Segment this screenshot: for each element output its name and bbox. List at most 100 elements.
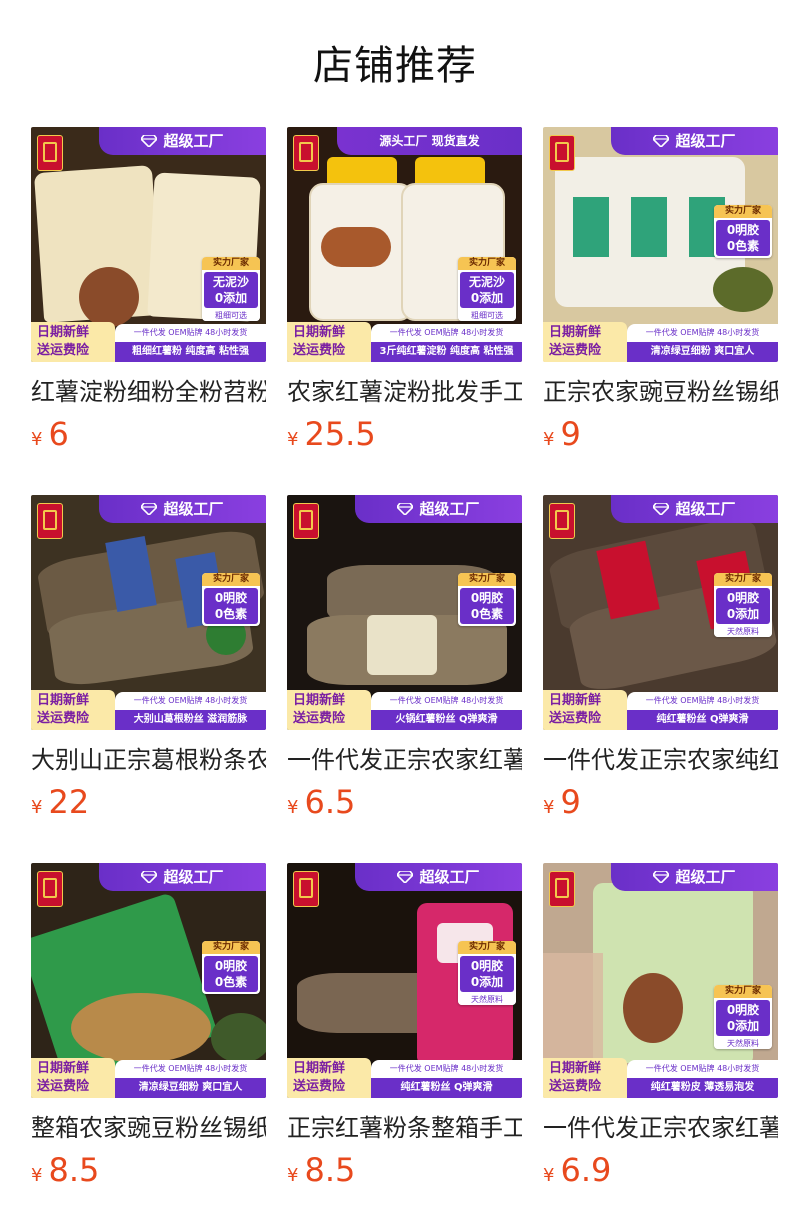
brand-logo xyxy=(549,135,575,171)
promo-feature: 纯红薯粉皮 薄透易泡发 xyxy=(627,1078,778,1098)
promo-feature: 清凉绿豆细粉 爽口宜人 xyxy=(627,342,778,362)
quality-tag: 实力厂家 无泥沙 0添加 粗细可选 xyxy=(202,257,260,321)
product-image[interactable]: 超级工厂 实力厂家 0明胶 0添加 天然原料 日期新鲜 送运费险 一件代发 OEM… xyxy=(543,495,778,730)
product-title[interactable]: 正宗农家豌豆粉丝锡纸 xyxy=(543,375,778,409)
product-grid: 超级工厂 实力厂家 无泥沙 0添加 粗细可选 日期新鲜 送运费险 一件代发 OEM… xyxy=(31,127,778,1189)
promo-service: 一件代发 OEM贴牌 48小时发货 xyxy=(627,324,778,342)
product-title[interactable]: 大别山正宗葛根粉条农家 xyxy=(31,743,266,777)
factory-banner: 超级工厂 xyxy=(99,863,266,891)
tag-line: 0明胶 xyxy=(470,959,504,973)
tag-line: 0色素 xyxy=(214,607,248,621)
brand-logo xyxy=(549,871,575,907)
tag-line: 0明胶 xyxy=(214,591,248,605)
promo-left: 日期新鲜 送运费险 xyxy=(31,322,115,362)
tag-line: 0明胶 xyxy=(214,959,248,973)
promo-strip: 日期新鲜 送运费险 一件代发 OEM贴牌 48小时发货 火锅红薯粉丝 Q弹爽滑 xyxy=(287,690,522,730)
banner-label: 超级工厂 xyxy=(419,500,480,518)
promo-insurance: 送运费险 xyxy=(549,343,602,358)
banner-label: 超级工厂 xyxy=(675,868,736,886)
currency-symbol: ¥ xyxy=(31,797,43,818)
product-image[interactable]: 超级工厂 实力厂家 无泥沙 0添加 粗细可选 日期新鲜 送运费险 一件代发 OEM… xyxy=(31,127,266,362)
factory-banner: 超级工厂 xyxy=(355,495,522,523)
product-title[interactable]: 正宗红薯粉条整箱手工 xyxy=(287,1111,522,1145)
product-image[interactable]: 超级工厂 实力厂家 0明胶 0添加 天然原料 日期新鲜 送运费险 一件代发 OEM… xyxy=(287,863,522,1098)
tag-body: 0明胶 0色素 xyxy=(460,588,514,624)
promo-fresh: 日期新鲜 xyxy=(37,693,90,708)
product-title[interactable]: 一件代发正宗农家纯红 xyxy=(543,743,778,777)
tag-footnote: 粗细可选 xyxy=(458,310,516,321)
tag-header: 实力厂家 xyxy=(714,205,772,218)
product-image[interactable]: 超级工厂 实力厂家 0明胶 0添加 天然原料 日期新鲜 送运费险 一件代发 OEM… xyxy=(543,863,778,1098)
promo-feature: 清凉绿豆细粉 爽口宜人 xyxy=(115,1078,266,1098)
product-card[interactable]: 超级工厂 实力厂家 0明胶 0添加 天然原料 日期新鲜 送运费险 一件代发 OEM… xyxy=(287,863,522,1189)
tag-line: 无泥沙 xyxy=(468,275,505,289)
tag-header: 实力厂家 xyxy=(714,985,772,998)
promo-left: 日期新鲜 送运费险 xyxy=(287,690,371,730)
product-card[interactable]: 超级工厂 实力厂家 0明胶 0色素 日期新鲜 送运费险 一件代发 OEM贴牌 48… xyxy=(543,127,778,453)
product-title[interactable]: 整箱农家豌豆粉丝锡纸 xyxy=(31,1111,266,1145)
diamond-icon xyxy=(397,503,414,515)
promo-insurance: 送运费险 xyxy=(549,1079,602,1094)
page-title: 店铺推荐 xyxy=(313,43,477,89)
product-card[interactable]: 超级工厂 实力厂家 无泥沙 0添加 粗细可选 日期新鲜 送运费险 一件代发 OEM… xyxy=(31,127,266,453)
promo-insurance: 送运费险 xyxy=(37,343,90,358)
product-card[interactable]: 超级工厂 实力厂家 0明胶 0色素 日期新鲜 送运费险 一件代发 OEM贴牌 48… xyxy=(287,495,522,821)
promo-left: 日期新鲜 送运费险 xyxy=(31,690,115,730)
tag-body: 无泥沙 0添加 xyxy=(204,272,258,308)
currency-symbol: ¥ xyxy=(543,1165,555,1186)
product-title[interactable]: 农家红薯淀粉批发手工 xyxy=(287,375,522,409)
product-image[interactable]: 源头工厂 现货直发 实力厂家 无泥沙 0添加 粗细可选 日期新鲜 送运费险 一件代… xyxy=(287,127,522,362)
product-price: ¥9 xyxy=(543,415,581,453)
promo-insurance: 送运费险 xyxy=(37,711,90,726)
tag-body: 0明胶 0色素 xyxy=(716,220,770,256)
tag-body: 无泥沙 0添加 xyxy=(460,272,514,308)
product-card[interactable]: 超级工厂 实力厂家 0明胶 0色素 日期新鲜 送运费险 一件代发 OEM贴牌 48… xyxy=(31,863,266,1189)
quality-tag: 实力厂家 0明胶 0添加 天然原料 xyxy=(714,985,772,1049)
factory-banner: 超级工厂 xyxy=(355,863,522,891)
promo-feature: 大别山葛根粉丝 滋润筋脉 xyxy=(115,710,266,730)
product-price: ¥6.5 xyxy=(287,783,355,821)
brand-logo xyxy=(37,135,63,171)
product-title[interactable]: 一件代发正宗农家红薯 xyxy=(543,1111,778,1145)
currency-symbol: ¥ xyxy=(543,797,555,818)
promo-fresh: 日期新鲜 xyxy=(549,1061,602,1076)
promo-strip: 日期新鲜 送运费险 一件代发 OEM贴牌 48小时发货 纯红薯粉皮 薄透易泡发 xyxy=(543,1058,778,1098)
tag-line: 0明胶 xyxy=(470,591,504,605)
product-image[interactable]: 超级工厂 实力厂家 0明胶 0色素 日期新鲜 送运费险 一件代发 OEM贴牌 48… xyxy=(287,495,522,730)
banner-label: 超级工厂 xyxy=(419,868,480,886)
product-card[interactable]: 超级工厂 实力厂家 0明胶 0添加 天然原料 日期新鲜 送运费险 一件代发 OEM… xyxy=(543,863,778,1189)
product-title[interactable]: 一件代发正宗农家红薯 xyxy=(287,743,522,777)
currency-symbol: ¥ xyxy=(31,429,43,450)
promo-fresh: 日期新鲜 xyxy=(293,1061,346,1076)
brand-logo xyxy=(293,135,319,171)
diamond-icon xyxy=(397,871,414,883)
product-price: ¥22 xyxy=(31,783,89,821)
tag-header: 实力厂家 xyxy=(458,941,516,954)
tag-line: 0明胶 xyxy=(726,1003,760,1017)
product-image[interactable]: 超级工厂 实力厂家 0明胶 0色素 日期新鲜 送运费险 一件代发 OEM贴牌 48… xyxy=(31,495,266,730)
diamond-icon xyxy=(653,871,670,883)
tag-line: 0色素 xyxy=(726,239,760,253)
quality-tag: 实力厂家 0明胶 0色素 xyxy=(458,573,516,626)
product-card[interactable]: 超级工厂 实力厂家 0明胶 0添加 天然原料 日期新鲜 送运费险 一件代发 OEM… xyxy=(543,495,778,821)
product-price: ¥25.5 xyxy=(287,415,376,453)
promo-feature: 纯红薯粉丝 Q弹爽滑 xyxy=(627,710,778,730)
price-value: 8.5 xyxy=(304,1151,356,1189)
product-card[interactable]: 超级工厂 实力厂家 0明胶 0色素 日期新鲜 送运费险 一件代发 OEM贴牌 48… xyxy=(31,495,266,821)
promo-insurance: 送运费险 xyxy=(293,1079,346,1094)
factory-banner: 超级工厂 xyxy=(99,495,266,523)
promo-service: 一件代发 OEM贴牌 48小时发货 xyxy=(627,1060,778,1078)
product-image[interactable]: 超级工厂 实力厂家 0明胶 0色素 日期新鲜 送运费险 一件代发 OEM贴牌 48… xyxy=(543,127,778,362)
factory-banner: 超级工厂 xyxy=(611,127,778,155)
diamond-icon xyxy=(653,135,670,147)
tag-line: 0添加 xyxy=(214,291,248,305)
promo-fresh: 日期新鲜 xyxy=(37,325,90,340)
product-card[interactable]: 源头工厂 现货直发 实力厂家 无泥沙 0添加 粗细可选 日期新鲜 送运费险 一件代… xyxy=(287,127,522,453)
product-image[interactable]: 超级工厂 实力厂家 0明胶 0色素 日期新鲜 送运费险 一件代发 OEM贴牌 48… xyxy=(31,863,266,1098)
product-title[interactable]: 红薯淀粉细粉全粉苕粉 xyxy=(31,375,266,409)
banner-label: 超级工厂 xyxy=(163,868,224,886)
promo-insurance: 送运费险 xyxy=(37,1079,90,1094)
promo-fresh: 日期新鲜 xyxy=(293,325,346,340)
product-price: ¥6.9 xyxy=(543,1151,611,1189)
tag-line: 0添加 xyxy=(726,1019,760,1033)
